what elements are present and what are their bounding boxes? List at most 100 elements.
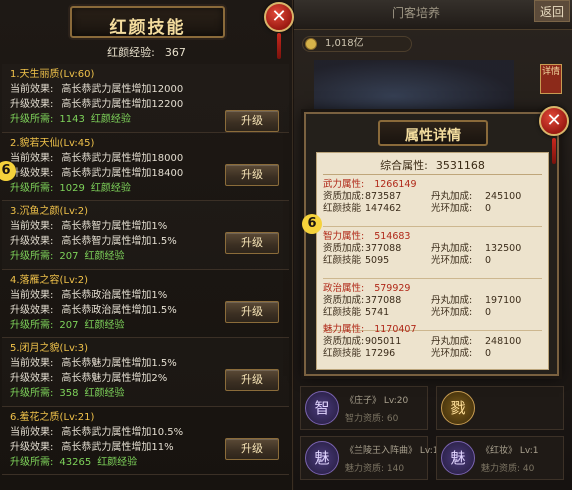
attr-section-force: 武力属性: 1266149 资质加成: 873587 丹丸加成: 245100 红颜技能…	[323, 179, 544, 215]
attr-value: 905011	[365, 336, 402, 347]
attr-value: 132500	[485, 243, 522, 254]
book-card[interactable]: 戮	[436, 386, 564, 430]
attr-value: 当前效果:	[10, 358, 54, 369]
book-cards: 智 《庄子》 Lv:20 智力资质: 60 戮 魅 《兰陵王入阵曲》 Lv:1 …	[300, 386, 566, 486]
close-icon[interactable]: ✕	[539, 106, 569, 136]
attr-value: 0	[485, 255, 492, 266]
skill-item: 6.羞花之质(Lv:21) 当前效果: 高长恭武力属性增加10.5% 升级效果: 高…	[2, 407, 289, 475]
attr-value: 高长恭魅力属性增加2%	[61, 373, 168, 384]
card-name: 《兰陵王入阵曲》 Lv:1	[345, 446, 439, 456]
attr-value: 光环加成:	[431, 348, 473, 359]
close-icon[interactable]: ✕	[264, 2, 294, 32]
modal-title-frame: 属性详情	[378, 120, 488, 146]
attr-value: 智力属性:	[323, 231, 365, 242]
attr-value: 147462	[365, 203, 402, 214]
attr-value: 207	[59, 319, 79, 331]
back-button[interactable]: 返回	[534, 0, 570, 22]
attr-value: 升级效果:	[10, 304, 54, 316]
attr-value: 升级所需:	[10, 251, 54, 262]
attr-value: 综合属性:	[380, 159, 428, 172]
portrait-background	[314, 60, 514, 120]
coin-icon	[305, 38, 317, 50]
skill-item: 3.沉鱼之颜(Lv:2) 当前效果: 高长恭智力属性增加1% 升级效果: 高长恭智力…	[2, 201, 289, 270]
attr-value: 当前效果:	[10, 221, 54, 232]
card-avatar: 魅	[441, 441, 475, 475]
attr-value: 政治属性:	[323, 283, 365, 294]
attr-value: 358	[59, 388, 79, 399]
detail-tag-button[interactable]: 详情	[540, 64, 562, 94]
attr-value: 光环加成:	[431, 203, 473, 214]
tassel-decoration	[552, 138, 556, 164]
divider	[323, 278, 542, 279]
attr-value: 高长恭武力属性增加12000	[61, 84, 184, 95]
skill-name: 1.天生丽质(Lv:60)	[10, 69, 95, 80]
upgrade-button[interactable]: 升级	[225, 110, 279, 132]
tassel-decoration	[277, 33, 281, 59]
retainer-panel: 门客培养 返回 1,018亿 详情 智 《庄子》 Lv:20 智力资质: 60 …	[294, 0, 572, 490]
attr-value: 0	[485, 307, 492, 318]
card-avatar: 魅	[305, 441, 339, 475]
skill-panel: 红颜技能 红颜经验: 367 1.天生丽质(Lv:60) 当前效果: 高长恭武力属性…	[0, 0, 293, 490]
attr-value: 升级效果:	[10, 441, 54, 453]
attr-value: 丹丸加成:	[431, 295, 473, 306]
exp-value: 367	[164, 46, 186, 59]
card-avatar: 戮	[441, 391, 475, 425]
upgrade-button[interactable]: 升级	[225, 369, 279, 391]
exp-line: 红颜经验: 367	[0, 44, 293, 60]
upgrade-button[interactable]: 升级	[225, 163, 279, 186]
total-attribute: 综合属性: 3531168	[317, 157, 548, 173]
attribute-detail-modal: 属性详情 综合属性: 3531168 武力属性: 1266149 资质加成: 8735…	[304, 112, 559, 376]
skill-item: 4.落雁之容(Lv:2) 当前效果: 高长恭政治属性增加1% 升级效果: 高长恭政治…	[2, 270, 289, 338]
coin-bar: 1,018亿	[302, 36, 412, 52]
book-card[interactable]: 智 《庄子》 Lv:20 智力资质: 60	[300, 386, 428, 430]
book-card[interactable]: 魅 《红妆》 Lv:1 魅力资质: 40	[436, 436, 564, 480]
attr-value: 红颜经验	[84, 319, 125, 331]
attr-value: 红颜经验	[84, 388, 125, 399]
attr-value: 197100	[485, 295, 522, 306]
badge-six-icon: 6	[0, 160, 16, 181]
upgrade-button[interactable]: 升级	[225, 300, 279, 323]
attr-value: 当前效果:	[10, 426, 54, 438]
attr-value: 0	[485, 348, 492, 359]
attr-value: 高长恭智力属性增加1.5%	[61, 236, 177, 247]
divider	[323, 174, 542, 175]
skill-item: 5.闭月之貌(Lv:3) 当前效果: 高长恭魅力属性增加1.5% 升级效果: 高长恭…	[2, 338, 289, 407]
attr-value: 高长恭武力属性增加10.5%	[61, 426, 184, 438]
attr-value: 升级效果:	[10, 99, 54, 110]
background-title: 门客培养	[392, 6, 441, 20]
skill-name: 6.羞花之质(Lv:21)	[10, 411, 95, 423]
attr-value: 1029	[59, 182, 85, 194]
attr-value: 17296	[365, 348, 396, 359]
skill-name: 2.貌若天仙(Lv:45)	[10, 137, 95, 149]
attr-value: 377088	[365, 295, 402, 306]
skill-current: 当前效果: 高长恭武力属性增加12000	[10, 82, 289, 97]
attr-value: 红颜经验	[90, 114, 131, 125]
attr-value: 武力属性:	[323, 179, 365, 190]
attr-value: 升级效果:	[10, 236, 54, 247]
attr-value: 高长恭政治属性增加1%	[61, 289, 168, 301]
skill-item: 6 2.貌若天仙(Lv:45) 当前效果: 高长恭武力属性增加18000 升级效果…	[0, 133, 289, 201]
upgrade-button[interactable]: 升级	[225, 437, 279, 460]
attr-section-politics: 政治属性: 579929 资质加成: 377088 丹丸加成: 197100 红颜技能 5…	[323, 283, 544, 319]
skill-name: 3.沉鱼之颜(Lv:2)	[10, 206, 89, 217]
attr-value: 514683	[374, 231, 411, 242]
attr-value: 升级所需:	[10, 319, 54, 331]
attr-value: 当前效果:	[10, 84, 54, 95]
card-name: 《红妆》 Lv:1	[481, 446, 539, 456]
coin-value: 1,018亿	[325, 38, 364, 49]
attr-value: 资质加成:	[323, 191, 365, 202]
attr-value: 红颜经验	[97, 456, 138, 468]
skill-name: 4.落雁之容(Lv:2)	[10, 274, 89, 286]
badge-six-icon: 6	[302, 214, 322, 234]
attr-value: 高长恭武力属性增加18000	[61, 152, 184, 164]
book-card[interactable]: 魅 《兰陵王入阵曲》 Lv:1 魅力资质: 140	[300, 436, 438, 480]
exp-label: 红颜经验:	[107, 46, 155, 59]
upgrade-button[interactable]: 升级	[225, 232, 279, 254]
attr-value: 红颜技能	[323, 307, 362, 318]
attr-section-intellect: 智力属性: 514683 资质加成: 377088 丹丸加成: 132500 红颜技能 5…	[323, 231, 544, 267]
attr-section-charm: 魅力属性: 1170407 资质加成: 905011 丹丸加成: 248100 红颜技能…	[323, 324, 544, 360]
card-sub: 魅力资质: 140	[345, 464, 405, 474]
attr-value: 5095	[365, 255, 390, 266]
attr-value: 升级所需:	[10, 388, 54, 399]
attr-value: 光环加成:	[431, 255, 473, 266]
